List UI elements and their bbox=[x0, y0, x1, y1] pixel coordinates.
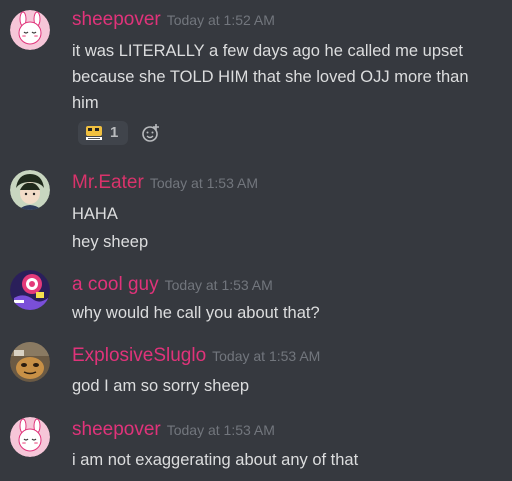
message-header: a cool guy Today at 1:53 AM bbox=[72, 274, 273, 296]
username[interactable]: sheepover bbox=[72, 419, 161, 440]
message-header: sheepover Today at 1:53 AM bbox=[72, 419, 275, 441]
avatar[interactable] bbox=[10, 170, 50, 210]
timestamp[interactable]: Today at 1:52 AM bbox=[167, 12, 275, 28]
avatar[interactable] bbox=[10, 342, 50, 382]
avatar[interactable] bbox=[10, 417, 50, 457]
message-header: ExplosiveSluglo Today at 1:53 AM bbox=[72, 345, 320, 367]
username[interactable]: ExplosiveSluglo bbox=[72, 345, 206, 366]
reaction-count: 1 bbox=[110, 124, 119, 141]
message-text: it was LITERALLY a few days ago he calle… bbox=[72, 42, 464, 60]
message-text: i am not exaggerating about any of that bbox=[72, 451, 359, 469]
message-text: because she TOLD HIM that she loved OJJ … bbox=[72, 68, 469, 86]
username[interactable]: Mr.Eater bbox=[72, 172, 144, 193]
message-text: HAHA bbox=[72, 205, 118, 223]
add-reaction-icon[interactable] bbox=[140, 122, 162, 144]
username[interactable]: sheepover bbox=[72, 9, 161, 30]
message-header: Mr.Eater Today at 1:53 AM bbox=[72, 172, 258, 194]
timestamp[interactable]: Today at 1:53 AM bbox=[167, 422, 275, 438]
timestamp[interactable]: Today at 1:53 AM bbox=[150, 175, 258, 191]
timestamp[interactable]: Today at 1:53 AM bbox=[165, 277, 273, 293]
timestamp[interactable]: Today at 1:53 AM bbox=[212, 348, 320, 364]
message-text: god I am so sorry sheep bbox=[72, 377, 250, 395]
message-text: hey sheep bbox=[72, 233, 149, 251]
avatar[interactable] bbox=[10, 270, 50, 310]
custom-emoji-icon bbox=[85, 124, 103, 142]
message-header: sheepover Today at 1:52 AM bbox=[72, 9, 275, 31]
avatar[interactable] bbox=[10, 10, 50, 50]
reaction-button[interactable]: 1 bbox=[78, 121, 128, 145]
message-text: why would he call you about that? bbox=[72, 304, 320, 322]
message-text: him bbox=[72, 94, 99, 112]
username[interactable]: a cool guy bbox=[72, 274, 159, 295]
